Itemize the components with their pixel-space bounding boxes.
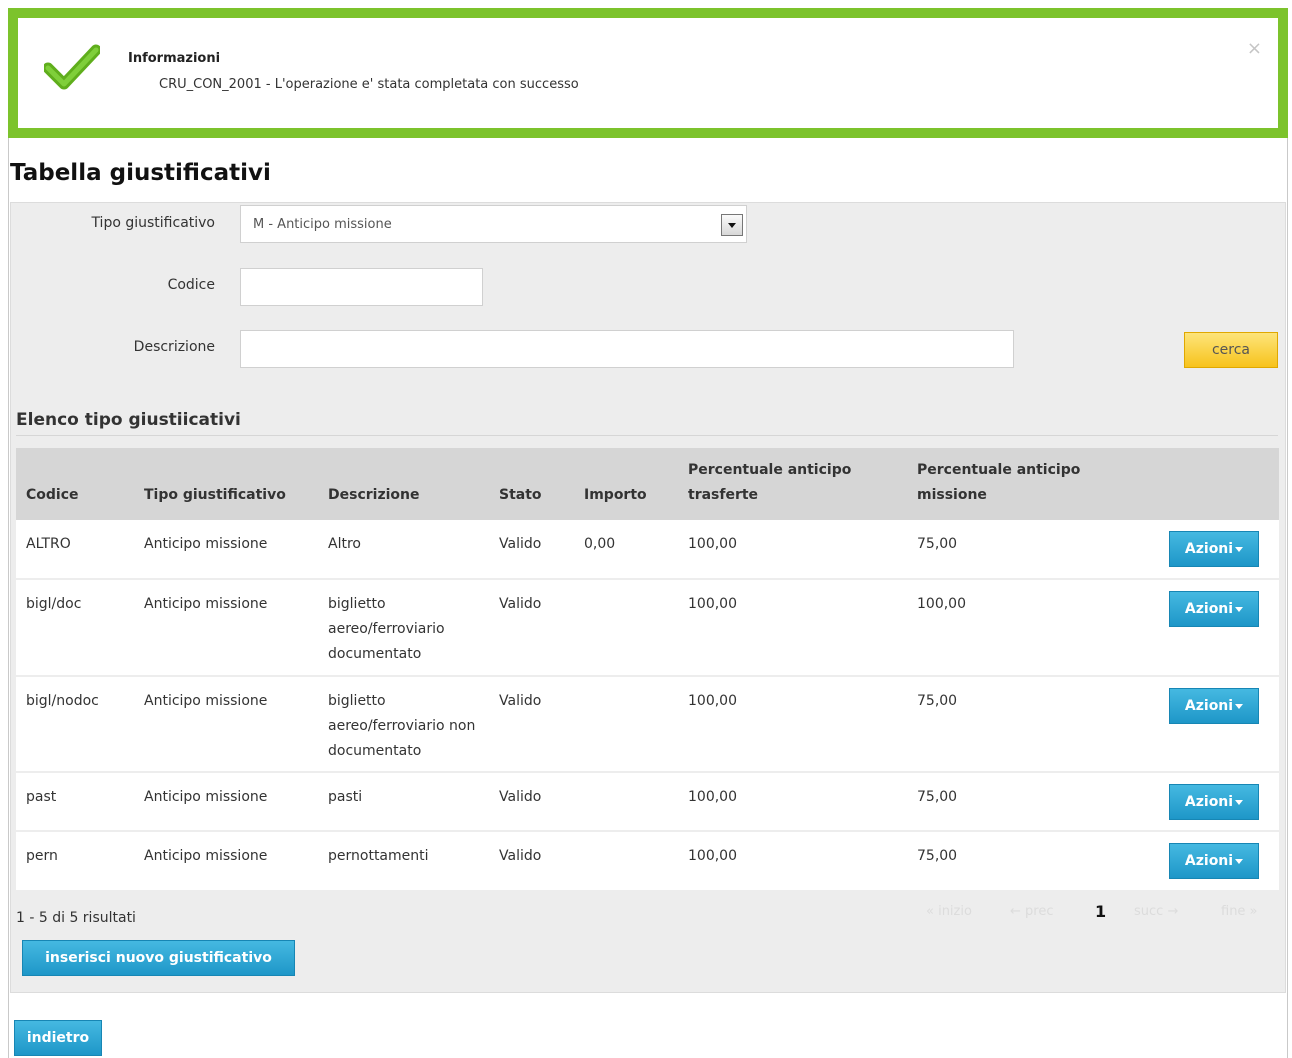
descrizione-label: Descrizione (133, 339, 215, 355)
success-alert: Informazioni CRU_CON_2001 - L'operazione… (8, 8, 1288, 138)
azioni-button[interactable]: Azioni (1169, 843, 1259, 879)
alert-title: Informazioni (128, 51, 221, 66)
cell-tipo: Anticipo missione (134, 579, 318, 677)
cell-stato: Valido (489, 831, 574, 890)
cell-perc-missione: 75,00 (907, 772, 1137, 832)
inserisci-nuovo-button[interactable]: inserisci nuovo giustificativo (22, 940, 295, 976)
cell-perc-missione: 100,00 (907, 579, 1137, 677)
cell-perc-trasferte: 100,00 (678, 520, 907, 580)
azioni-label: Azioni (1184, 853, 1234, 869)
azioni-label: Azioni (1184, 794, 1234, 810)
azioni-label: Azioni (1184, 601, 1234, 617)
cell-tipo: Anticipo missione (134, 772, 318, 832)
azioni-button[interactable]: Azioni (1169, 784, 1259, 820)
alert-message: CRU_CON_2001 - L'operazione e' stata com… (159, 77, 579, 92)
cell-tipo: Anticipo missione (134, 520, 318, 580)
azioni-label: Azioni (1184, 541, 1234, 557)
cell-stato: Valido (489, 772, 574, 832)
cell-importo (574, 676, 678, 773)
column-header-descrizione[interactable]: Descrizione (318, 448, 489, 520)
cell-tipo: Anticipo missione (134, 831, 318, 890)
pager-prev: ← prec (1010, 904, 1054, 919)
cell-codice: past (16, 772, 134, 832)
list-section-title: Elenco tipo giustiicativi (16, 410, 241, 430)
cell-importo (574, 772, 678, 832)
giustificativi-table: Codice Tipo giustificativo Descrizione S… (16, 448, 1279, 890)
cell-importo (574, 579, 678, 677)
codice-label: Codice (167, 277, 215, 293)
table-row: ALTRO Anticipo missione Altro Valido 0,0… (16, 520, 1279, 580)
cell-codice: bigl/doc (16, 579, 134, 677)
column-header-actions (1137, 448, 1279, 520)
table-header-row: Codice Tipo giustificativo Descrizione S… (16, 448, 1279, 520)
column-header-stato[interactable]: Stato (489, 448, 574, 520)
pager-current: 1 (1095, 902, 1107, 921)
caret-down-icon (1235, 546, 1244, 552)
tipo-giustificativo-label: Tipo giustificativo (91, 215, 215, 231)
cell-stato: Valido (489, 579, 574, 677)
chevron-down-icon[interactable] (721, 214, 743, 236)
divider (16, 435, 1278, 436)
indietro-button[interactable]: indietro (14, 1020, 102, 1056)
cell-perc-trasferte: 100,00 (678, 579, 907, 677)
cell-tipo: Anticipo missione (134, 676, 318, 773)
column-header-perc-trasferte[interactable]: Percentuale anticipo trasferte (678, 448, 907, 520)
column-header-perc-missione[interactable]: Percentuale anticipo missione (907, 448, 1137, 520)
table-row: pern Anticipo missione pernottamenti Val… (16, 831, 1279, 890)
caret-down-icon (1235, 799, 1244, 805)
cell-descrizione: Altro (318, 520, 489, 580)
column-header-codice[interactable]: Codice (16, 448, 134, 520)
cell-descrizione: pernottamenti (318, 831, 489, 890)
caret-down-icon (1235, 606, 1244, 612)
codice-input[interactable] (240, 268, 483, 306)
checkmark-icon (44, 44, 100, 90)
table-row: past Anticipo missione pasti Valido 100,… (16, 772, 1279, 832)
cell-perc-trasferte: 100,00 (678, 772, 907, 832)
cell-stato: Valido (489, 520, 574, 580)
caret-down-icon (1235, 703, 1244, 709)
close-icon[interactable]: × (1247, 40, 1262, 58)
column-header-importo[interactable]: Importo (574, 448, 678, 520)
descrizione-input[interactable] (240, 330, 1014, 368)
cell-descrizione: biglietto aereo/ferroviario documentato (318, 579, 489, 677)
cell-codice: pern (16, 831, 134, 890)
cell-importo (574, 831, 678, 890)
azioni-label: Azioni (1184, 698, 1234, 714)
cell-perc-trasferte: 100,00 (678, 831, 907, 890)
column-header-tipo[interactable]: Tipo giustificativo (134, 448, 318, 520)
table-row: bigl/doc Anticipo missione biglietto aer… (16, 579, 1279, 677)
results-count: 1 - 5 di 5 risultati (16, 910, 136, 926)
cell-perc-missione: 75,00 (907, 831, 1137, 890)
cell-perc-missione: 75,00 (907, 520, 1137, 580)
azioni-button[interactable]: Azioni (1169, 531, 1259, 567)
table-row: bigl/nodoc Anticipo missione biglietto a… (16, 676, 1279, 773)
cell-descrizione: biglietto aereo/ferroviario non document… (318, 676, 489, 773)
tipo-giustificativo-select[interactable]: M - Anticipo missione (240, 205, 747, 243)
cell-perc-trasferte: 100,00 (678, 676, 907, 773)
cerca-button[interactable]: cerca (1184, 332, 1278, 368)
pager-last: fine » (1221, 904, 1258, 919)
cell-codice: bigl/nodoc (16, 676, 134, 773)
azioni-button[interactable]: Azioni (1169, 591, 1259, 627)
cell-descrizione: pasti (318, 772, 489, 832)
cell-codice: ALTRO (16, 520, 134, 580)
pager-first: « inizio (926, 904, 972, 919)
cell-importo: 0,00 (574, 520, 678, 580)
cell-stato: Valido (489, 676, 574, 773)
page-title: Tabella giustificativi (10, 160, 271, 186)
azioni-button[interactable]: Azioni (1169, 688, 1259, 724)
cell-perc-missione: 75,00 (907, 676, 1137, 773)
pager-next: succ → (1134, 904, 1179, 919)
tipo-giustificativo-value: M - Anticipo missione (253, 216, 392, 232)
caret-down-icon (1235, 858, 1244, 864)
